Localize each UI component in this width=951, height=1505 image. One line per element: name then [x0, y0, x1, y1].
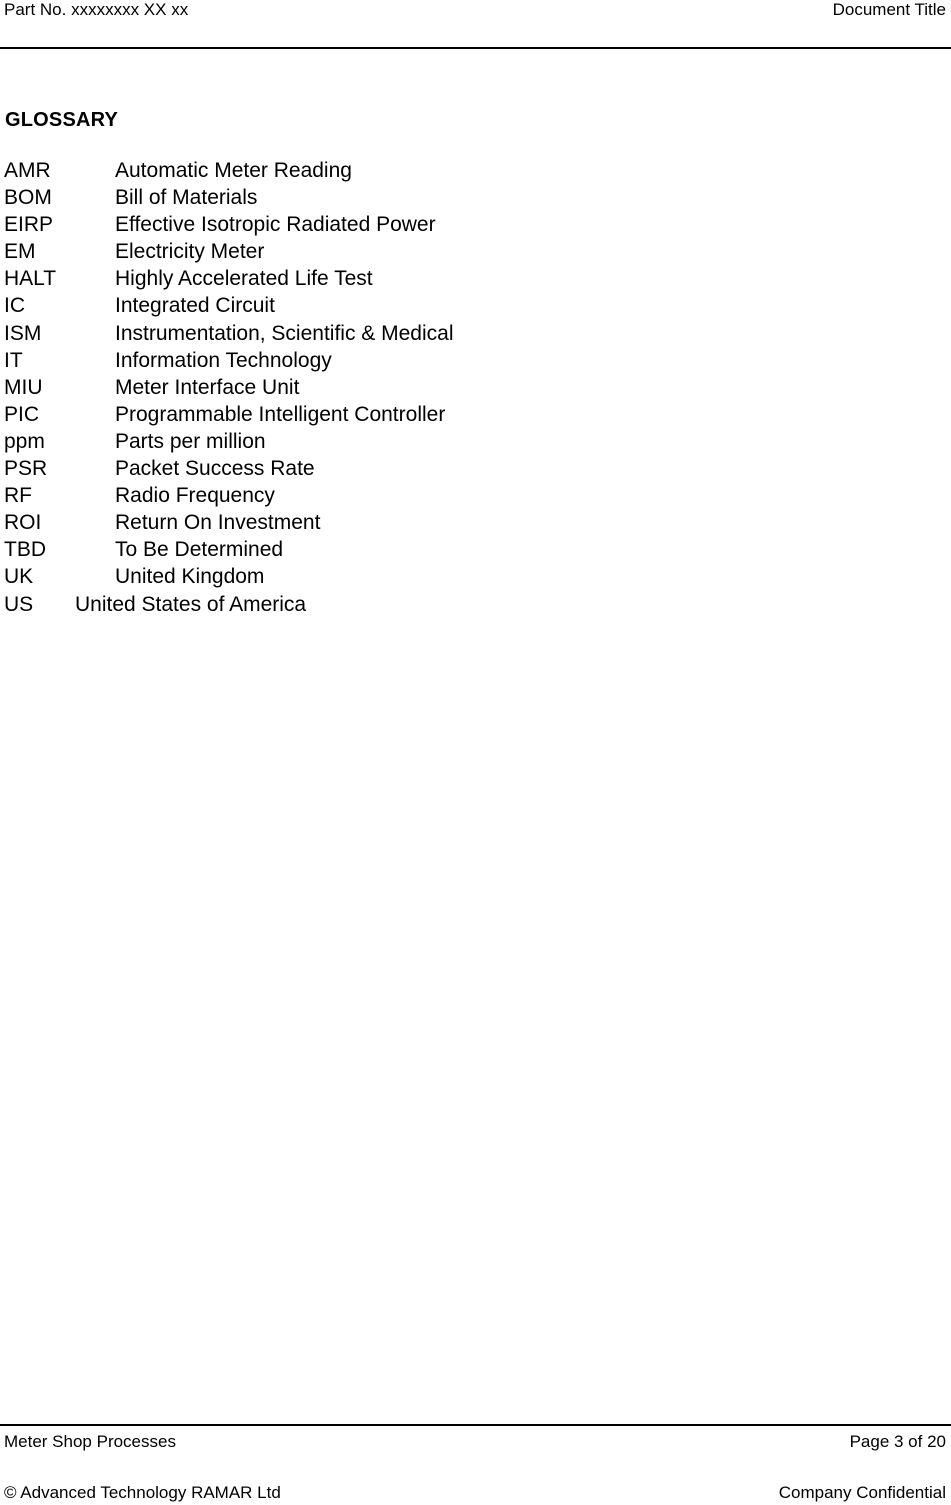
- glossary-abbreviation: ppm: [4, 429, 45, 453]
- glossary-definition: Integrated Circuit: [115, 294, 275, 318]
- footer-divider: [0, 1424, 951, 1426]
- glossary-abbreviation: MIU: [4, 375, 43, 399]
- glossary-abbreviation: PSR: [4, 457, 48, 481]
- glossary-definition: Programmable Intelligent Controller: [115, 402, 446, 426]
- glossary-abbreviation: HALT: [4, 267, 57, 291]
- glossary-abbreviation: ROI: [4, 511, 42, 535]
- glossary-abbreviation: UK: [4, 565, 34, 589]
- glossary-abbreviation: RF: [4, 484, 32, 508]
- glossary-definition: Instrumentation, Scientific & Medical: [115, 321, 454, 345]
- glossary-definition: Parts per million: [115, 429, 266, 453]
- glossary-definition: Highly Accelerated Life Test: [115, 267, 373, 291]
- glossary-definition: United Kingdom: [115, 565, 265, 589]
- glossary-definition: Automatic Meter Reading: [115, 159, 352, 182]
- glossary-definition: Electricity Meter: [115, 240, 265, 264]
- glossary-abbreviation: AMR: [4, 159, 51, 182]
- glossary-abbreviation: EM: [4, 240, 36, 264]
- footer-copyright: © Advanced Technology RAMAR Ltd: [4, 1483, 281, 1502]
- glossary-definition: Radio Frequency: [115, 484, 275, 508]
- glossary-abbreviation: PIC: [4, 402, 40, 426]
- footer-document-name: Meter Shop Processes: [4, 1432, 176, 1451]
- header-divider: [0, 47, 951, 49]
- glossary-abbreviation: US: [4, 592, 34, 616]
- glossary-definition: Return On Investment: [115, 511, 321, 535]
- glossary-definition: To Be Determined: [115, 538, 284, 562]
- glossary-abbreviation: ISM: [4, 321, 42, 345]
- glossary-abbreviation: IC: [4, 294, 25, 318]
- glossary-abbreviation: BOM: [4, 186, 52, 210]
- glossary-definition: Information Technology: [115, 348, 332, 372]
- glossary-abbreviation: TBD: [4, 538, 46, 562]
- glossary-abbreviation: EIRP: [4, 213, 54, 237]
- section-title: GLOSSARY: [5, 109, 119, 131]
- glossary-definition: United States of America: [75, 592, 307, 616]
- glossary-definition: Effective Isotropic Radiated Power: [115, 213, 436, 237]
- glossary-abbreviation: IT: [4, 348, 23, 372]
- header-part-number: Part No. xxxxxxxx XX xx: [4, 0, 189, 19]
- glossary-definition: Packet Success Rate: [115, 457, 315, 481]
- header-document-title: Document Title: [832, 0, 946, 19]
- footer-page-number: Page 3 of 20: [849, 1432, 946, 1451]
- glossary-definition: Bill of Materials: [115, 186, 258, 210]
- footer-classification: Company Confidential: [778, 1483, 946, 1502]
- glossary-definition: Meter Interface Unit: [115, 375, 300, 399]
